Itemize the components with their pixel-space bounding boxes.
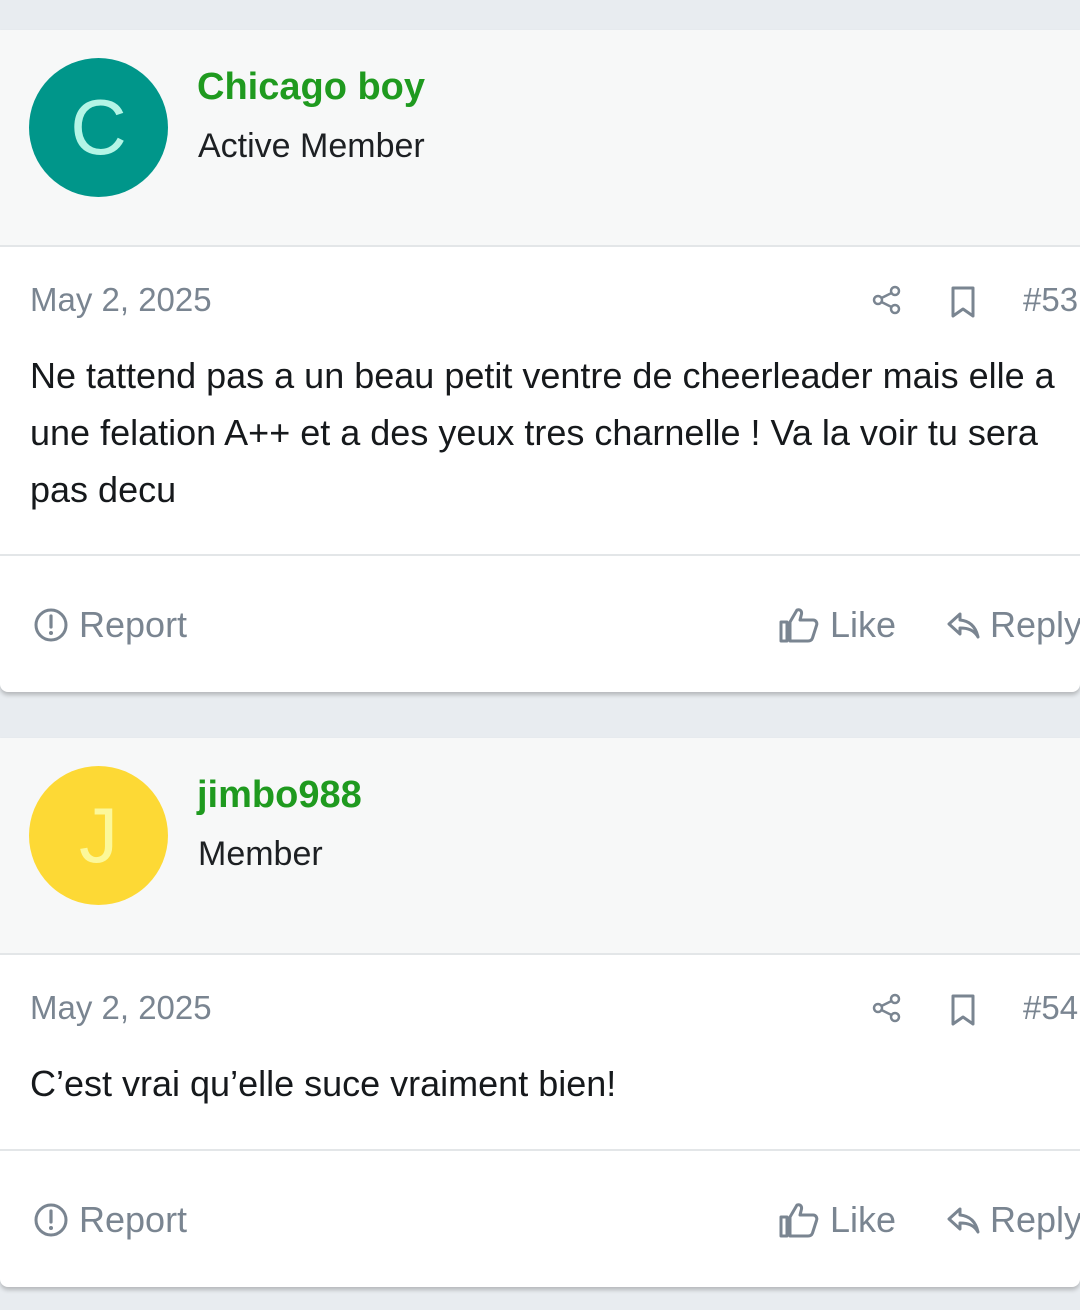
report-label: Report	[79, 603, 188, 645]
username-link[interactable]: Chicago boy	[197, 66, 425, 109]
share-icon[interactable]	[871, 284, 903, 316]
post-actions: Report Like Reply	[0, 1149, 1080, 1286]
post-message: C’est vrai qu’elle suce vraiment bien!	[30, 1063, 617, 1104]
bookmark-icon[interactable]	[949, 993, 977, 1027]
share-icon[interactable]	[871, 992, 903, 1024]
avatar[interactable]: C	[29, 58, 168, 197]
post-number-link[interactable]: #53	[1023, 281, 1078, 319]
like-label: Like	[830, 603, 897, 645]
alert-circle-icon	[34, 608, 68, 641]
report-button[interactable]: Report	[33, 1151, 187, 1287]
reply-button[interactable]: Reply	[946, 1151, 1080, 1287]
thumbs-up-icon	[779, 1202, 819, 1237]
reply-label: Reply	[990, 603, 1080, 645]
like-label: Like	[830, 1198, 897, 1240]
user-title: Member	[198, 835, 323, 873]
report-label: Report	[79, 1198, 188, 1240]
post-message: Ne tattend pas a un beau petit ventre de…	[30, 355, 1055, 510]
reply-button[interactable]: Reply	[946, 556, 1080, 692]
post-user-header: C Chicago boy Active Member	[0, 30, 1080, 247]
avatar[interactable]: J	[29, 766, 168, 905]
like-button[interactable]: Like	[778, 556, 896, 692]
thumbs-up-icon	[779, 607, 819, 642]
post-user-header: J jimbo988 Member	[0, 738, 1080, 955]
post-54: J jimbo988 Member May 2, 2025 #54 C’est …	[0, 738, 1080, 1287]
reply-arrow-icon	[947, 1207, 980, 1233]
post-53: C Chicago boy Active Member May 2, 2025 …	[0, 30, 1080, 692]
reply-label: Reply	[990, 1198, 1080, 1240]
post-date[interactable]: May 2, 2025	[30, 989, 212, 1027]
bookmark-icon[interactable]	[949, 285, 977, 319]
reply-arrow-icon	[947, 612, 980, 638]
username-link[interactable]: jimbo988	[197, 774, 362, 817]
thread: C Chicago boy Active Member May 2, 2025 …	[0, 0, 1080, 1310]
post-actions: Report Like Reply	[0, 554, 1080, 691]
user-title: Active Member	[198, 127, 425, 165]
post-date[interactable]: May 2, 2025	[30, 281, 212, 319]
post-number-link[interactable]: #54	[1023, 989, 1078, 1027]
post-meta: May 2, 2025 #54	[0, 955, 1080, 1055]
alert-circle-icon	[34, 1203, 68, 1236]
report-button[interactable]: Report	[33, 556, 187, 692]
post-meta: May 2, 2025 #53	[0, 247, 1080, 347]
like-button[interactable]: Like	[778, 1151, 896, 1287]
